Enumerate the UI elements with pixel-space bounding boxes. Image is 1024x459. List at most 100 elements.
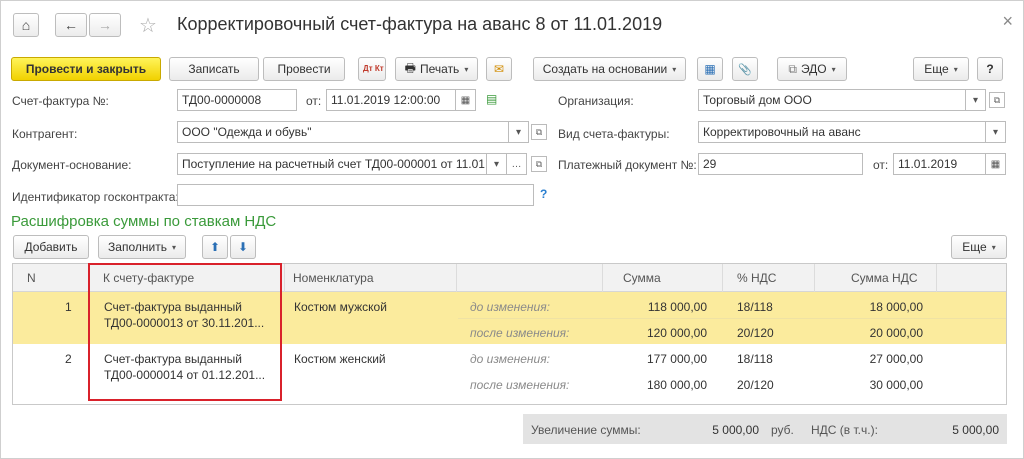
- row-number: 1: [65, 300, 72, 314]
- counterparty-label: Контрагент:: [12, 127, 78, 141]
- invoice-number-label: Счет-фактура №:: [12, 94, 109, 108]
- payment-document-field[interactable]: 29: [698, 153, 863, 175]
- contract-id-label: Идентификатор госконтракта:: [12, 190, 179, 204]
- title-bar: ⌂ ← → ☆ Корректировочный счет-фактура на…: [9, 9, 1017, 41]
- chevron-down-icon: ▾: [464, 64, 469, 74]
- home-button[interactable]: ⌂: [13, 13, 39, 37]
- chevron-down-icon: ▾: [991, 242, 996, 252]
- print-button[interactable]: 🖶 Печать ▾: [395, 57, 478, 81]
- basis-document-field[interactable]: Поступление на расчетный счет ТД00-00000…: [177, 153, 487, 175]
- payment-date-field[interactable]: 11.01.2019: [893, 153, 986, 175]
- help-button[interactable]: ?: [977, 57, 1003, 81]
- hierarchy-icon: ▦: [704, 62, 716, 76]
- invoice-number-field[interactable]: ТД00-0000008: [177, 89, 297, 111]
- chevron-down-icon: ▾: [972, 94, 979, 106]
- fill-button[interactable]: Заполнить ▾: [98, 235, 186, 259]
- table-more-label: Еще: [962, 240, 987, 254]
- after-sum: 180 000,00: [646, 378, 707, 392]
- contract-id-field[interactable]: [177, 184, 534, 206]
- help-question-icon[interactable]: ?: [540, 187, 547, 201]
- after-sum: 120 000,00: [646, 326, 707, 340]
- invoice-date-label: от:: [306, 94, 322, 108]
- organization-field[interactable]: Торговый дом ООО: [698, 89, 966, 111]
- arrow-down-icon: ⬇: [237, 240, 249, 254]
- basis-document-label: Документ-основание:: [12, 158, 132, 172]
- before-sum: 177 000,00: [646, 352, 707, 366]
- payment-document-label: Платежный документ №:: [558, 158, 697, 172]
- forward-button[interactable]: →: [89, 13, 121, 37]
- vat-breakdown-title: Расшифровка суммы по ставкам НДС: [11, 213, 277, 230]
- arrow-left-icon: ←: [64, 17, 78, 33]
- vat-total-value: 5 000,00: [952, 423, 999, 437]
- invoice-date-field[interactable]: 11.01.2019 12:00:00: [326, 89, 456, 111]
- chevron-down-icon: ▾: [493, 158, 500, 170]
- organization-open-button[interactable]: ⧉: [989, 92, 1005, 108]
- add-row-button[interactable]: Добавить: [13, 235, 89, 259]
- invoice-kind-field[interactable]: Корректировочный на аванс: [698, 121, 986, 143]
- document-window: ⌂ ← → ☆ Корректировочный счет-фактура на…: [0, 0, 1024, 459]
- post-and-close-button[interactable]: Провести и закрыть: [11, 57, 161, 81]
- close-icon[interactable]: ×: [1002, 11, 1013, 32]
- increase-label: Увеличение суммы:: [531, 423, 641, 437]
- currency-label: руб.: [771, 423, 794, 437]
- attachments-button[interactable]: 📎: [732, 57, 758, 81]
- basis-document-open-button[interactable]: ⧉: [531, 156, 547, 172]
- column-header-vat-sum[interactable]: Сумма НДС: [815, 264, 937, 292]
- column-header-vat-rate[interactable]: % НДС: [723, 264, 815, 292]
- email-button[interactable]: ✉: [486, 57, 512, 81]
- ellipsis-icon: …: [511, 158, 522, 170]
- before-vat-rate: 18/118: [737, 300, 773, 314]
- save-button[interactable]: Записать: [169, 57, 259, 81]
- favorite-star-icon[interactable]: ☆: [139, 13, 157, 38]
- chevron-down-icon: ▾: [831, 64, 836, 74]
- more-label: Еще: [924, 62, 949, 76]
- calendar-button[interactable]: ▦: [456, 89, 476, 111]
- counterparty-open-button[interactable]: ⧉: [531, 124, 547, 140]
- basis-document-select-button[interactable]: …: [507, 153, 527, 175]
- basis-document-dropdown[interactable]: ▾: [487, 153, 507, 175]
- create-based-on-button[interactable]: Создать на основании ▾: [533, 57, 686, 81]
- edo-button[interactable]: ⧉ ЭДО ▾: [777, 57, 847, 81]
- edo-label: ЭДО: [800, 62, 827, 76]
- chevron-down-icon: ▾: [953, 64, 958, 74]
- home-icon: ⌂: [21, 17, 31, 33]
- print-label: Печать: [420, 62, 460, 76]
- counterparty-field[interactable]: ООО "Одежда и обувь": [177, 121, 509, 143]
- before-vat-sum: 27 000,00: [869, 352, 923, 366]
- column-header-state[interactable]: [457, 264, 603, 292]
- list-arrow-icon[interactable]: ▤: [486, 92, 497, 106]
- invoice-kind-dropdown[interactable]: ▾: [986, 121, 1006, 143]
- payment-date-calendar-button[interactable]: ▦: [986, 153, 1006, 175]
- column-header-n[interactable]: N: [13, 264, 89, 292]
- structure-button[interactable]: ▦: [697, 57, 723, 81]
- post-button[interactable]: Провести: [263, 57, 345, 81]
- column-header-sum[interactable]: Сумма: [603, 264, 723, 292]
- paperclip-icon: 📎: [738, 63, 752, 76]
- open-icon: ⧉: [535, 158, 543, 169]
- printer-icon: 🖶: [404, 60, 416, 75]
- item-name: Костюм мужской: [294, 300, 387, 314]
- row-number: 2: [65, 352, 72, 366]
- table-more-button[interactable]: Еще ▾: [951, 235, 1007, 259]
- fill-label: Заполнить: [108, 240, 167, 254]
- debit-credit-icon: Дт Кт: [363, 64, 384, 73]
- organization-dropdown[interactable]: ▾: [966, 89, 986, 111]
- organization-label: Организация:: [558, 94, 634, 108]
- before-vat-rate: 18/118: [737, 352, 773, 366]
- move-down-button[interactable]: ⬇: [230, 235, 256, 259]
- move-up-button[interactable]: ⬆: [202, 235, 228, 259]
- totals-bar: Увеличение суммы: 5 000,00 руб. НДС (в т…: [523, 414, 1007, 444]
- after-vat-sum: 20 000,00: [869, 326, 923, 340]
- column-header-item[interactable]: Номенклатура: [285, 264, 457, 292]
- command-bar: Провести и закрыть Записать Провести Дт …: [11, 57, 1011, 81]
- debit-credit-button[interactable]: Дт Кт: [358, 57, 386, 81]
- arrow-right-icon: →: [98, 17, 112, 33]
- after-change-label: после изменения:: [470, 326, 570, 340]
- invoice-kind-label: Вид счета-фактуры:: [558, 127, 670, 141]
- before-vat-sum: 18 000,00: [869, 300, 923, 314]
- before-sum: 118 000,00: [647, 300, 707, 314]
- counterparty-dropdown[interactable]: ▾: [509, 121, 529, 143]
- back-button[interactable]: ←: [55, 13, 87, 37]
- more-button[interactable]: Еще ▾: [913, 57, 969, 81]
- arrow-up-icon: ⬆: [209, 240, 221, 254]
